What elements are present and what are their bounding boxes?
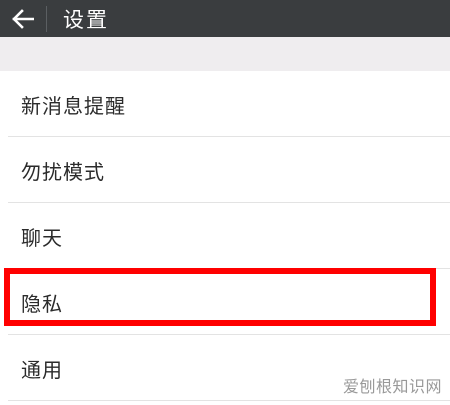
settings-item-label: 通用 bbox=[21, 357, 63, 382]
settings-item-chat[interactable]: 聊天 bbox=[0, 203, 450, 269]
settings-item-do-not-disturb[interactable]: 勿扰模式 bbox=[0, 137, 450, 203]
watermark: 爱刨根知识网 bbox=[342, 377, 442, 396]
settings-item-label: 聊天 bbox=[21, 225, 63, 250]
settings-screen: 设置 新消息提醒 勿扰模式 聊天 隐私 通用 爱刨根知识网 bbox=[0, 0, 450, 405]
settings-list: 新消息提醒 勿扰模式 聊天 隐私 通用 bbox=[0, 71, 450, 401]
back-button[interactable] bbox=[0, 0, 46, 37]
settings-item-label: 勿扰模式 bbox=[21, 159, 105, 184]
header-divider bbox=[46, 5, 47, 32]
settings-item-new-message-alert[interactable]: 新消息提醒 bbox=[0, 71, 450, 137]
settings-item-label: 隐私 bbox=[21, 291, 63, 316]
page-title: 设置 bbox=[63, 7, 109, 32]
settings-item-privacy[interactable]: 隐私 bbox=[0, 269, 450, 335]
section-gap bbox=[0, 37, 450, 71]
settings-item-label: 新消息提醒 bbox=[21, 93, 126, 118]
top-bar: 设置 bbox=[0, 0, 450, 37]
arrow-left-icon bbox=[12, 8, 34, 29]
